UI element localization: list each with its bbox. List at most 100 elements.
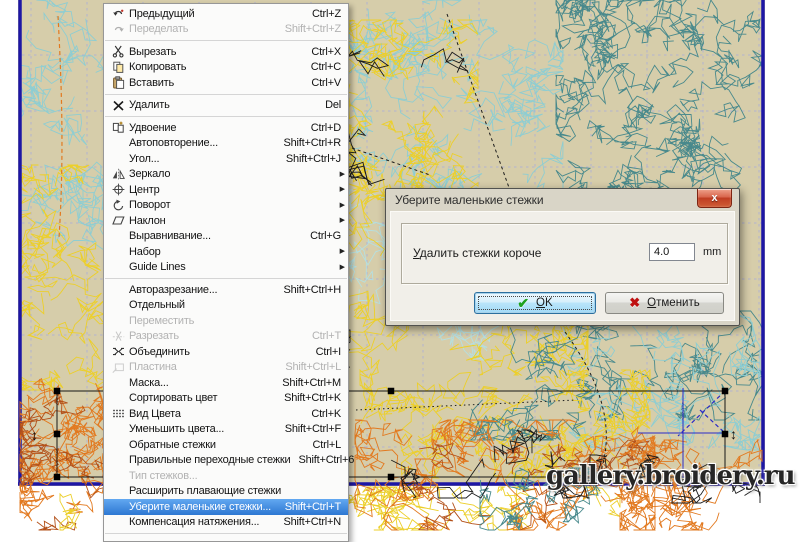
skew-icon: [108, 214, 129, 227]
menu-item-tension-compensation[interactable]: Компенсация натяжения... Shift+Ctrl+N: [104, 515, 348, 531]
menu-item-label: Переделать: [129, 23, 188, 35]
menu-item-label: Пластина: [129, 361, 177, 373]
menu-item-label: Компенсация натяжения...: [129, 516, 259, 528]
menu-item-paste[interactable]: ВставитьCtrl+V: [104, 75, 348, 91]
menu-item-rotate[interactable]: Поворот▶: [104, 198, 348, 214]
menu-item-delete[interactable]: УдалитьDel: [104, 98, 348, 114]
menu-item-extend-floating-stitches[interactable]: Расширить плавающие стежки: [104, 484, 348, 500]
menu-item-separate[interactable]: Отдельный: [104, 298, 348, 314]
menu-item-mirror[interactable]: Зеркало ▶: [104, 167, 348, 183]
menu-item-mask[interactable]: Маска... Shift+Ctrl+M: [104, 375, 348, 391]
menu-item-shortcut: Shift+Ctrl+Z: [277, 23, 341, 35]
selection-handle[interactable]: [388, 474, 395, 481]
menu-item-label: Автоповторение...: [129, 137, 218, 149]
menu-item-label: Guide Lines: [129, 261, 186, 273]
selection-handle[interactable]: [722, 431, 729, 438]
selection-handle[interactable]: [388, 388, 395, 395]
menu-item-correct-transition-stitches[interactable]: Правильные переходные стежкиShift+Ctrl+6: [104, 453, 348, 469]
menu-separator: [105, 40, 347, 41]
menu-item-shortcut: Ctrl+D: [303, 122, 341, 134]
context-menu: ПредыдущийCtrl+ZПеределать Shift+Ctrl+Z Вы…: [103, 3, 349, 542]
ok-button[interactable]: ✔ OK: [474, 292, 596, 314]
menu-item-remove-small-stitches[interactable]: Уберите маленькие стежки...Shift+Ctrl+T: [104, 499, 348, 515]
menu-item-shortcut: Ctrl+C: [303, 61, 341, 73]
no-icon: [108, 500, 129, 513]
menu-item-shortcut: Ctrl+K: [303, 408, 341, 420]
menu-item-label: Вид Цвета: [129, 408, 181, 420]
menu-item-center[interactable]: Центр▶: [104, 182, 348, 198]
menu-item-set[interactable]: Набор▶: [104, 244, 348, 260]
selection-handle[interactable]: [54, 431, 61, 438]
menu-item-label: Предыдущий: [129, 8, 194, 20]
menu-item-plate[interactable]: Пластина Shift+Ctrl+L: [104, 360, 348, 376]
resize-cursor-icon: ↕: [31, 427, 38, 443]
menu-item-angle[interactable]: Угол... Shift+Ctrl+J: [104, 151, 348, 167]
menu-item-shortcut: Shift+Ctrl+L: [277, 361, 341, 373]
menu-item-alignment[interactable]: Выравнивание...Ctrl+G: [104, 229, 348, 245]
no-icon: [108, 230, 129, 243]
menu-item-shortcut: Shift+Ctrl+N: [275, 516, 341, 528]
menu-item-redo[interactable]: Переделать Shift+Ctrl+Z: [104, 22, 348, 38]
split-icon: [108, 330, 129, 343]
menu-item-join[interactable]: ОбъединитьCtrl+I: [104, 344, 348, 360]
resize-cursor-icon: ↕: [730, 426, 737, 442]
menu-item-label: Отдельный: [129, 299, 185, 311]
menu-item-shortcut: Ctrl+T: [304, 330, 341, 342]
menu-item-move[interactable]: Переместить: [104, 313, 348, 329]
menu-item-label: Уменьшить цвета...: [129, 423, 224, 435]
menu-item-label: Разрезать: [129, 330, 179, 342]
stitch-length-label: Удалить стежки короче: [413, 246, 541, 260]
selection-handle[interactable]: [722, 388, 729, 395]
menu-item-label: Удвоение: [129, 122, 176, 134]
menu-separator: [105, 533, 347, 534]
menu-item-undo[interactable]: ПредыдущийCtrl+Z: [104, 6, 348, 22]
no-icon: [108, 245, 129, 258]
selection-handle[interactable]: [54, 474, 61, 481]
close-button[interactable]: x: [697, 189, 732, 208]
menu-item-shortcut: Shift+Ctrl+J: [278, 153, 341, 165]
menu-item-label: Тип стежков...: [129, 470, 197, 482]
remove-small-stitches-dialog: Уберите маленькие стежки x Удалить стежк…: [385, 188, 740, 326]
selection-handle[interactable]: [54, 388, 61, 395]
submenu-arrow-icon: ▶: [340, 248, 345, 256]
center-icon: [108, 183, 129, 196]
menu-item-label: Маска...: [129, 377, 169, 389]
no-icon: [108, 376, 129, 389]
menu-item-color-view[interactable]: Вид Цвета Ctrl+K: [104, 406, 348, 422]
menu-item-stitch-type[interactable]: Тип стежков...: [104, 468, 348, 484]
menu-item-shortcut: Shift+Ctrl+M: [274, 377, 341, 389]
menu-item-copy[interactable]: КопироватьCtrl+C: [104, 60, 348, 76]
color-view-icon: [108, 407, 129, 420]
submenu-arrow-icon: ▶: [340, 171, 345, 179]
menu-item-shortcut: Ctrl+G: [302, 230, 341, 242]
menu-item-cut-apart[interactable]: Разрезать Ctrl+T: [104, 329, 348, 345]
menu-item-auto-repeat[interactable]: Автоповторение...Shift+Ctrl+R: [104, 136, 348, 152]
menu-item-guide-lines[interactable]: Guide Lines▶: [104, 260, 348, 276]
menu-item-reverse-stitches[interactable]: Обратные стежкиCtrl+L: [104, 437, 348, 453]
menu-item-label: Угол...: [129, 153, 159, 165]
menu-item-label: Уберите маленькие стежки...: [129, 501, 271, 513]
submenu-arrow-icon: ▶: [340, 202, 345, 210]
stitch-length-input[interactable]: [649, 243, 695, 261]
delete-icon: [108, 99, 129, 112]
menu-item-shortcut: Shift+Ctrl+H: [275, 284, 341, 296]
duplicate-icon: [108, 121, 129, 134]
menu-item-sort-color[interactable]: Сортировать цветShift+Ctrl+K: [104, 391, 348, 407]
no-icon: [108, 454, 129, 467]
no-icon: [108, 469, 129, 482]
menu-item-reduce-colors[interactable]: Уменьшить цвета...Shift+Ctrl+F: [104, 422, 348, 438]
menu-item-label: Зеркало: [129, 168, 170, 180]
submenu-arrow-icon: ▶: [340, 217, 345, 225]
plate-icon: [108, 361, 129, 374]
menu-item-label: Удалить: [129, 99, 170, 111]
dialog-title: Уберите маленькие стежки: [395, 193, 543, 207]
no-icon: [108, 423, 129, 436]
menu-item-shortcut: Shift+Ctrl+K: [276, 392, 341, 404]
menu-item-auto-split[interactable]: Авторазрезание...Shift+Ctrl+H: [104, 282, 348, 298]
cancel-button[interactable]: ✖ Отменить: [605, 292, 724, 314]
menu-item-cut[interactable]: ВырезатьCtrl+X: [104, 44, 348, 60]
menu-item-label: Объединить: [129, 346, 190, 358]
menu-item-skew[interactable]: Наклон▶: [104, 213, 348, 229]
x-icon: ✖: [629, 295, 640, 311]
menu-item-duplicate[interactable]: Удвоение Ctrl+D: [104, 120, 348, 136]
